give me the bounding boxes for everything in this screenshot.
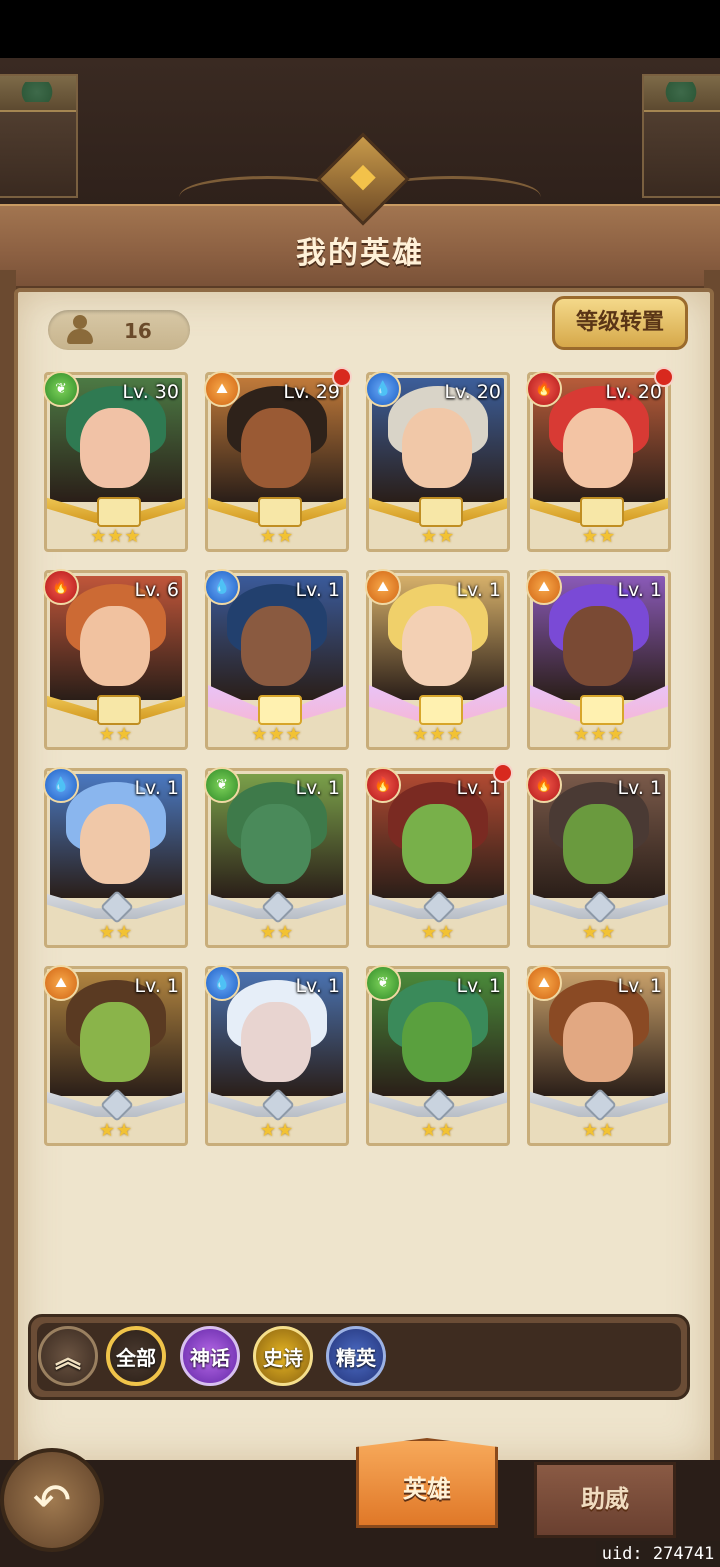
rank-emblem-icon xyxy=(419,497,463,527)
filter-all-button[interactable]: 全部 xyxy=(106,1326,166,1386)
rank-emblem-icon xyxy=(580,497,624,527)
hero-card[interactable]: Lv. 1 💧 ★★★ xyxy=(204,569,349,750)
hero-card[interactable]: Lv. 30 ❦ ★★★ xyxy=(43,371,188,552)
tab-cheer[interactable]: 助威 xyxy=(534,1462,676,1538)
notification-dot xyxy=(654,367,674,387)
hero-level: Lv. 1 xyxy=(134,975,179,997)
star-rating: ★★ xyxy=(259,526,295,547)
star-rating: ★★ xyxy=(581,526,617,547)
star-rating: ★★★ xyxy=(573,724,625,745)
hero-level: Lv. 1 xyxy=(456,777,501,799)
hero-level: Lv. 1 xyxy=(617,579,662,601)
water-element-icon: 💧 xyxy=(204,965,240,1001)
fire-element-icon: 🔥 xyxy=(526,767,562,803)
hero-card[interactable]: Lv. 1 ❦ ★★ xyxy=(204,767,349,948)
rank-emblem-icon xyxy=(97,497,141,527)
right-pillar-ornament xyxy=(642,74,720,198)
star-rating: ★★★ xyxy=(90,526,142,547)
star-rating: ★★ xyxy=(259,922,295,943)
water-element-icon: 💧 xyxy=(365,371,401,407)
star-rating: ★★ xyxy=(98,724,134,745)
hero-card[interactable]: Lv. 1 🔥 ★★ xyxy=(365,763,513,948)
star-rating: ★★ xyxy=(98,922,134,943)
hero-level: Lv. 1 xyxy=(456,579,501,601)
hero-level: Lv. 1 xyxy=(295,975,340,997)
fire-element-icon: 🔥 xyxy=(43,569,79,605)
filter-epic-button[interactable]: 史诗 xyxy=(253,1326,313,1386)
hero-level: Lv. 1 xyxy=(617,975,662,997)
hero-level: Lv. 20 xyxy=(605,381,662,403)
notification-dot xyxy=(332,367,352,387)
person-icon xyxy=(66,315,94,345)
rank-emblem-icon xyxy=(97,695,141,725)
back-arrow-icon[interactable]: ↶ xyxy=(0,1448,104,1552)
hero-card[interactable]: Lv. 6 🔥 ★★ xyxy=(43,569,188,750)
star-rating: ★★★ xyxy=(251,724,303,745)
star-rating: ★★ xyxy=(98,1120,134,1141)
hero-card[interactable]: Lv. 20 💧 ★★ xyxy=(365,371,510,552)
tab-heroes[interactable]: 英雄 xyxy=(356,1438,498,1528)
nature-element-icon: ❦ xyxy=(204,767,240,803)
hero-card[interactable]: Lv. 1 ⛰ ★★★ xyxy=(365,569,510,750)
hero-card[interactable]: Lv. 1 💧 ★★ xyxy=(43,767,188,948)
star-rating: ★★ xyxy=(581,1120,617,1141)
star-rating: ★★ xyxy=(420,1120,456,1141)
earth-element-icon: ⛰ xyxy=(526,569,562,605)
hero-card[interactable]: Lv. 1 💧 ★★ xyxy=(204,965,349,1146)
hero-card[interactable]: Lv. 1 ❦ ★★ xyxy=(365,965,510,1146)
earth-element-icon: ⛰ xyxy=(365,569,401,605)
rank-emblem-icon xyxy=(258,695,302,725)
page-title: 我的英雄 xyxy=(296,236,424,271)
hero-level: Lv. 20 xyxy=(444,381,501,403)
star-rating: ★★ xyxy=(420,526,456,547)
hero-level: Lv. 29 xyxy=(283,381,340,403)
hero-level: Lv. 1 xyxy=(456,975,501,997)
rank-emblem-icon xyxy=(419,695,463,725)
water-element-icon: 💧 xyxy=(43,767,79,803)
level-transfer-button[interactable]: 等级转置 xyxy=(552,296,688,350)
star-rating: ★★★ xyxy=(412,724,464,745)
left-pillar-ornament xyxy=(0,74,78,198)
hero-card[interactable]: Lv. 1 🔥 ★★ xyxy=(526,767,671,948)
rank-emblem-icon xyxy=(580,695,624,725)
hero-card[interactable]: Lv. 1 ⛰ ★★ xyxy=(43,965,188,1146)
star-rating: ★★ xyxy=(581,922,617,943)
hero-level: Lv. 30 xyxy=(122,381,179,403)
hero-level: Lv. 6 xyxy=(134,579,179,601)
hero-count-badge: 16 xyxy=(48,310,190,350)
hero-level: Lv. 1 xyxy=(295,777,340,799)
earth-element-icon: ⛰ xyxy=(204,371,240,407)
user-id-label: uid: 274741 xyxy=(596,1541,720,1567)
hero-card[interactable]: Lv. 1 ⛰ ★★★ xyxy=(526,569,671,750)
fire-element-icon: 🔥 xyxy=(526,371,562,407)
notification-dot xyxy=(493,763,513,783)
earth-element-icon: ⛰ xyxy=(526,965,562,1001)
hero-card[interactable]: Lv. 29 ⛰ ★★ xyxy=(204,367,352,552)
hero-count: 16 xyxy=(124,319,152,343)
rank-emblem-icon xyxy=(258,497,302,527)
hero-card[interactable]: Lv. 1 ⛰ ★★ xyxy=(526,965,671,1146)
hero-level: Lv. 1 xyxy=(134,777,179,799)
nature-element-icon: ❦ xyxy=(43,371,79,407)
hero-card[interactable]: Lv. 20 🔥 ★★ xyxy=(526,367,674,552)
star-rating: ★★ xyxy=(420,922,456,943)
water-element-icon: 💧 xyxy=(204,569,240,605)
filter-elite-button[interactable]: 精英 xyxy=(326,1326,386,1386)
earth-element-icon: ⛰ xyxy=(43,965,79,1001)
collapse-chevrons-icon[interactable]: ︽ xyxy=(38,1326,98,1386)
fire-element-icon: 🔥 xyxy=(365,767,401,803)
nature-element-icon: ❦ xyxy=(365,965,401,1001)
hero-level: Lv. 1 xyxy=(617,777,662,799)
hero-level: Lv. 1 xyxy=(295,579,340,601)
star-rating: ★★ xyxy=(259,1120,295,1141)
filter-mythic-button[interactable]: 神话 xyxy=(180,1326,240,1386)
